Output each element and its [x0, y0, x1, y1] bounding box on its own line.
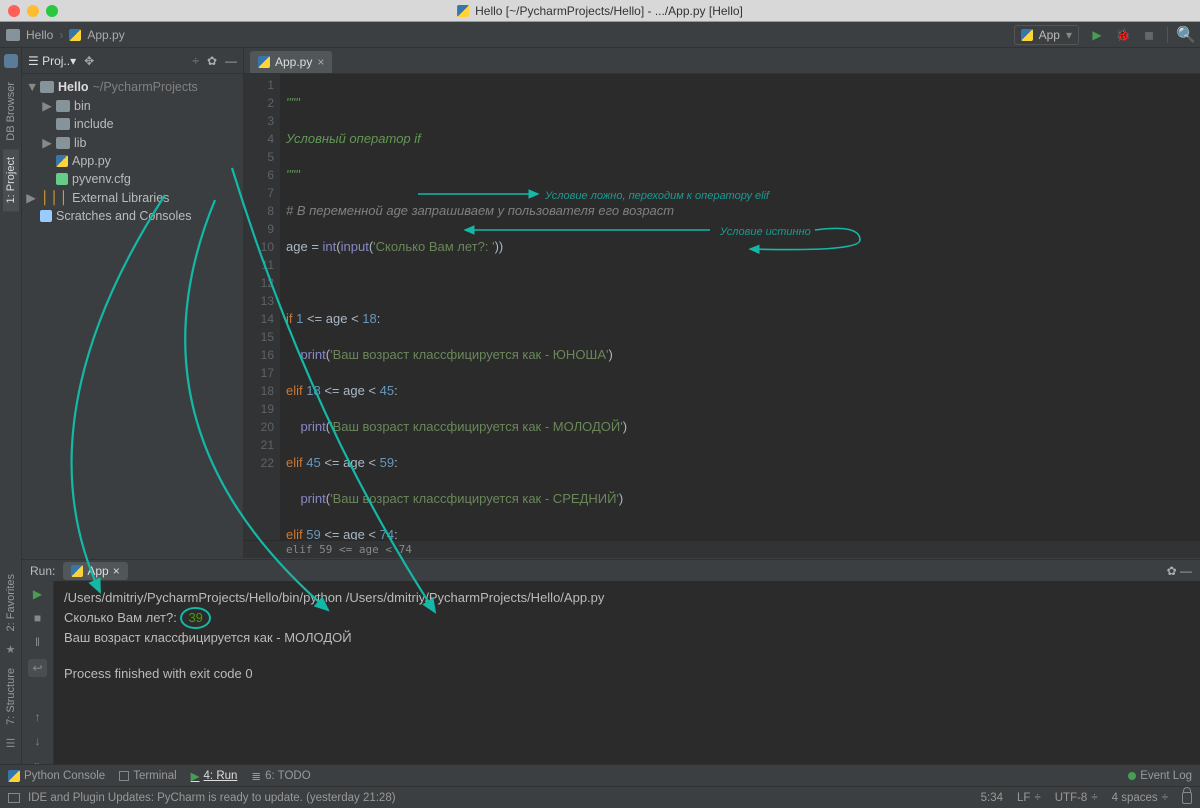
window-title: Hello [~/PycharmProjects/Hello] - .../Ap…: [475, 4, 743, 18]
close-icon[interactable]: ×: [113, 564, 120, 578]
hide-icon[interactable]: —: [225, 54, 237, 68]
run-tool-window: Run: App × ✿ — ▶ ■ ‖ ↩ ↑ ↓ » /Users/dmit…: [22, 580, 1200, 780]
cursor-position[interactable]: 5:34: [981, 792, 1003, 804]
toggle-softwrap-button[interactable]: ↩: [28, 659, 46, 677]
output-prompt: Сколько Вам лет?:: [64, 610, 180, 625]
stop-button[interactable]: ■: [34, 611, 41, 625]
tree-scratches[interactable]: Scratches and Consoles: [22, 207, 243, 225]
pause-button[interactable]: ‖: [35, 635, 40, 649]
todo-tab[interactable]: ≣6: TODO: [251, 769, 310, 783]
editor-tab-label: App.py: [275, 55, 312, 69]
output-exit: Process finished with exit code 0: [64, 665, 1190, 683]
down-button[interactable]: ↓: [35, 734, 41, 748]
up-button[interactable]: ↑: [35, 710, 41, 724]
status-icon[interactable]: [8, 793, 20, 803]
line-gutter[interactable]: 12345678910111213141516171819202122: [244, 74, 280, 540]
tree-pyvenv[interactable]: pyvenv.cfg: [22, 170, 243, 188]
collapse-icon[interactable]: ÷: [192, 54, 199, 68]
python-icon: [1021, 29, 1033, 41]
project-tool-window: ☰ Proj..▾ ✥ ÷ ✿ — ▼ Hello ~/PycharmProje…: [22, 48, 244, 558]
breadcrumb-project[interactable]: Hello: [26, 28, 53, 42]
project-dropdown[interactable]: Proj..: [42, 54, 70, 68]
locate-icon[interactable]: ✥: [84, 54, 94, 68]
output-line: Ваш возраст классфицируется как - МОЛОДО…: [64, 629, 1190, 647]
code-area[interactable]: """ Условный оператор if """ # В перемен…: [280, 74, 1200, 540]
play-icon: ▶: [191, 769, 200, 783]
project-tab[interactable]: 1: Project: [3, 149, 19, 211]
tree-root[interactable]: ▼ Hello ~/PycharmProjects: [22, 78, 243, 96]
line-ending[interactable]: LF ÷: [1017, 792, 1041, 804]
editor-breadcrumb[interactable]: elif 59 <= age < 74: [244, 540, 1200, 558]
bottom-tool-row: Python Console Terminal ▶4: Run ≣6: TODO…: [0, 764, 1200, 786]
tree-app[interactable]: App.py: [22, 152, 243, 170]
close-window-button[interactable]: [8, 5, 20, 17]
folder-icon: [6, 29, 20, 41]
debug-button[interactable]: 🐞: [1115, 27, 1131, 43]
todo-icon: ≣: [251, 769, 261, 783]
editor-tabbar: App.py ×: [244, 48, 1200, 74]
python-icon: [8, 770, 20, 782]
python-icon: [71, 565, 83, 577]
output-input-value: 39: [180, 607, 210, 629]
db-browser-tab[interactable]: DB Browser: [3, 74, 19, 149]
run-tab-label: App: [87, 564, 108, 578]
macos-titlebar: Hello [~/PycharmProjects/Hello] - .../Ap…: [0, 0, 1200, 22]
notification-dot-icon: [1128, 772, 1136, 780]
project-header: ☰ Proj..▾ ✥ ÷ ✿ —: [22, 48, 243, 74]
run-label: Run:: [30, 564, 55, 578]
tree-bin[interactable]: ▶ bin: [22, 96, 243, 115]
status-message[interactable]: IDE and Plugin Updates: PyCharm is ready…: [28, 792, 396, 804]
search-everywhere-button[interactable]: 🔍: [1178, 27, 1194, 43]
run-tab[interactable]: ▶4: Run: [191, 769, 238, 783]
navigation-bar: Hello › App.py App ▾ ▶ 🐞 ◼ 🔍: [0, 22, 1200, 48]
terminal-tab[interactable]: Terminal: [119, 770, 176, 782]
python-file-icon: [258, 56, 270, 68]
python-console-tab[interactable]: Python Console: [8, 770, 105, 782]
zoom-window-button[interactable]: [46, 5, 58, 17]
tree-lib[interactable]: ▶ lib: [22, 133, 243, 152]
run-button[interactable]: ▶: [1089, 27, 1105, 43]
rerun-button[interactable]: ▶: [33, 587, 42, 601]
run-with-coverage-button[interactable]: ◼: [1141, 27, 1157, 43]
status-bar: IDE and Plugin Updates: PyCharm is ready…: [0, 786, 1200, 808]
lock-icon[interactable]: [1182, 792, 1192, 804]
python-icon: [457, 5, 469, 17]
tree-external-libraries[interactable]: ▶⎪⎪⎪ External Libraries: [22, 188, 243, 207]
indent[interactable]: 4 spaces ÷: [1112, 792, 1168, 804]
output-line: /Users/dmitriy/PycharmProjects/Hello/bin…: [64, 589, 1190, 607]
left-tool-strip: DB Browser 1: Project 2: Favorites ★ 7: …: [0, 48, 22, 780]
gear-icon[interactable]: ✿ —: [1167, 564, 1192, 578]
python-file-icon: [69, 29, 81, 41]
run-output[interactable]: /Users/dmitriy/PycharmProjects/Hello/bin…: [54, 581, 1200, 780]
gear-icon[interactable]: ✿: [207, 54, 217, 68]
editor-tab-app[interactable]: App.py ×: [250, 51, 332, 73]
annotation-false: Условие ложно, переходим к оператору eli…: [545, 187, 769, 205]
tree-include[interactable]: include: [22, 115, 243, 133]
event-log-button[interactable]: Event Log: [1128, 770, 1192, 782]
editor: App.py × 1234567891011121314151617181920…: [244, 48, 1200, 558]
favorites-tab[interactable]: 2: Favorites: [3, 566, 19, 639]
structure-tab[interactable]: 7: Structure: [3, 660, 19, 733]
annotation-true: Условие истинно: [720, 223, 811, 241]
run-tab-app[interactable]: App ×: [63, 562, 127, 580]
minimize-window-button[interactable]: [27, 5, 39, 17]
terminal-icon: [119, 771, 129, 781]
run-configuration-select[interactable]: App ▾: [1014, 25, 1079, 45]
database-icon: [4, 54, 18, 68]
encoding[interactable]: UTF-8 ÷: [1055, 792, 1098, 804]
run-config-label: App: [1039, 28, 1060, 42]
close-icon[interactable]: ×: [317, 55, 324, 69]
breadcrumb-file[interactable]: App.py: [87, 28, 124, 42]
